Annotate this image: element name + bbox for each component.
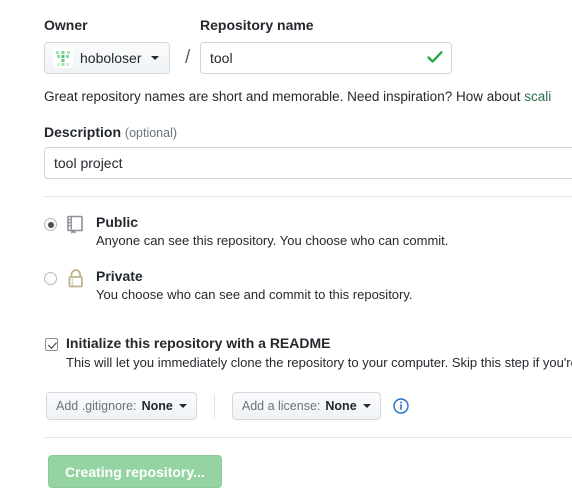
info-circle-icon[interactable] bbox=[392, 398, 409, 414]
repository-name-input[interactable] bbox=[200, 42, 452, 74]
lock-icon bbox=[68, 269, 83, 288]
owner-name: hoboloser bbox=[80, 50, 142, 66]
license-value: None bbox=[325, 399, 357, 413]
gitignore-value: None bbox=[141, 399, 173, 413]
description-label: Description (optional) bbox=[44, 123, 177, 142]
checkbox-initialize-readme[interactable] bbox=[45, 338, 58, 351]
license-dropdown[interactable]: Add a license: None bbox=[231, 392, 381, 420]
identicon-avatar-icon bbox=[53, 48, 73, 68]
gitignore-dropdown[interactable]: Add .gitignore: None bbox=[46, 392, 197, 420]
owner-and-name-row: Owner hoboloser Repository name tool bbox=[44, 16, 572, 74]
owner-dropdown[interactable]: hoboloser bbox=[44, 42, 170, 74]
create-repository-form: Owner hoboloser Repository name tool / G… bbox=[0, 0, 572, 503]
initialize-readme-option[interactable]: Initialize this repository with a README… bbox=[45, 335, 572, 371]
owner-name-separator: / bbox=[185, 47, 191, 68]
addons-separator bbox=[213, 394, 215, 418]
radio-private[interactable] bbox=[44, 272, 57, 285]
chevron-down-icon bbox=[178, 404, 187, 408]
repository-name-label: Repository name bbox=[200, 17, 314, 33]
radio-public[interactable] bbox=[44, 218, 57, 231]
addons-row: Add .gitignore: None Add a license: None bbox=[46, 392, 409, 420]
suggested-name-link[interactable]: scali bbox=[524, 89, 551, 104]
description-optional-text: (optional) bbox=[124, 126, 178, 140]
visibility-option-public[interactable]: Public Anyone can see this repository. Y… bbox=[44, 214, 448, 249]
description-input[interactable] bbox=[44, 147, 572, 179]
license-label: Add a license: bbox=[241, 399, 321, 413]
owner-field: Owner hoboloser bbox=[44, 16, 200, 74]
chevron-down-icon bbox=[150, 56, 159, 60]
private-title: Private bbox=[96, 268, 143, 284]
repository-name-helper: Great repository names are short and mem… bbox=[44, 88, 572, 106]
description-label-text: Description bbox=[44, 124, 122, 140]
create-repository-button[interactable]: Creating repository... bbox=[48, 455, 222, 488]
repo-book-icon bbox=[67, 215, 83, 234]
visibility-option-private[interactable]: Private You choose who can see and commi… bbox=[44, 268, 413, 303]
chevron-down-icon bbox=[362, 404, 371, 408]
private-description: You choose who can see and commit to thi… bbox=[96, 287, 413, 302]
helper-text: Great repository names are short and mem… bbox=[44, 89, 525, 104]
public-description: Anyone can see this repository. You choo… bbox=[96, 233, 449, 248]
public-title: Public bbox=[96, 214, 139, 230]
readme-title: Initialize this repository with a README bbox=[66, 335, 331, 351]
divider-top bbox=[44, 196, 572, 197]
readme-description: This will let you immediately clone the … bbox=[66, 355, 572, 370]
repository-name-field: Repository name bbox=[200, 16, 572, 74]
owner-label: Owner bbox=[44, 17, 88, 33]
gitignore-label: Add .gitignore: bbox=[56, 399, 137, 413]
divider-bottom bbox=[44, 437, 572, 438]
check-icon bbox=[427, 51, 443, 63]
